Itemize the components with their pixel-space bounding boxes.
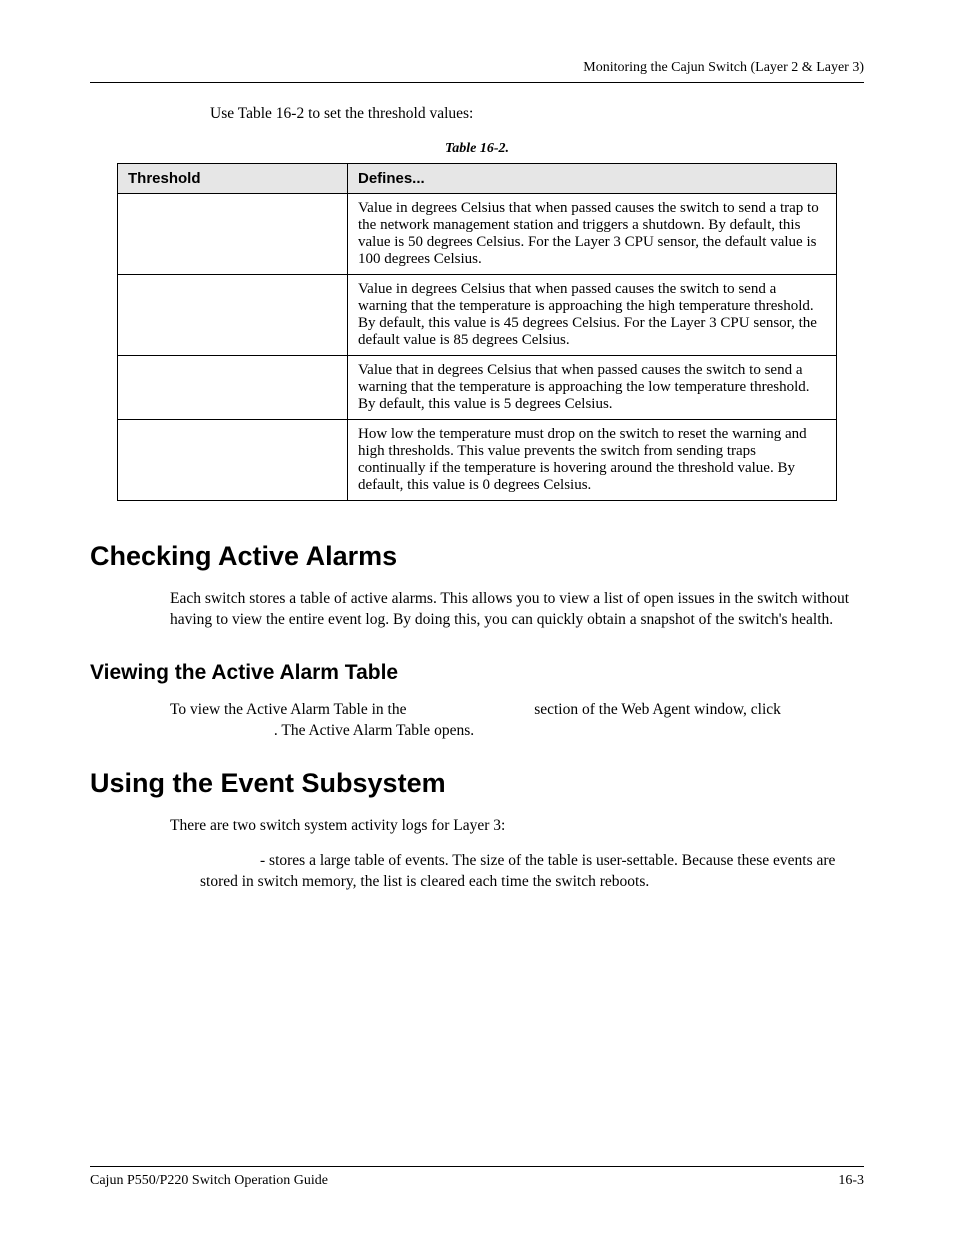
cell-threshold	[118, 275, 348, 356]
cell-defines: Value in degrees Celsius that when passe…	[348, 194, 837, 275]
table-row: Value in degrees Celsius that when passe…	[118, 275, 837, 356]
col-header-defines: Defines...	[348, 164, 837, 194]
text-fragment: section of the Web Agent window, click	[534, 701, 781, 718]
heading-using-event-subsystem: Using the Event Subsystem	[90, 768, 864, 799]
header-rule	[90, 82, 864, 83]
table-caption: Table 16-2.	[90, 141, 864, 157]
page: Monitoring the Cajun Switch (Layer 2 & L…	[0, 0, 954, 1235]
threshold-table: Threshold Defines... Value in degrees Ce…	[117, 163, 837, 501]
footer-left: Cajun P550/P220 Switch Operation Guide	[90, 1173, 328, 1189]
table-row: Value that in degrees Celsius that when …	[118, 356, 837, 420]
using-body: There are two switch system activity log…	[170, 815, 864, 836]
cell-defines: Value that in degrees Celsius that when …	[348, 356, 837, 420]
footer-page-number: 16-3	[838, 1173, 864, 1189]
heading-checking-active-alarms: Checking Active Alarms	[90, 541, 864, 572]
text-fragment: . The Active Alarm Table opens.	[274, 722, 474, 739]
viewing-body: To view the Active Alarm Table in the se…	[170, 699, 864, 742]
paragraph: To view the Active Alarm Table in the se…	[170, 699, 864, 742]
heading-viewing-active-alarm-table: Viewing the Active Alarm Table	[90, 661, 864, 685]
cell-defines: Value in degrees Celsius that when passe…	[348, 275, 837, 356]
cell-threshold	[118, 356, 348, 420]
table-row: Value in degrees Celsius that when passe…	[118, 194, 837, 275]
col-header-threshold: Threshold	[118, 164, 348, 194]
text-fragment: - stores a large table of events. The si…	[200, 852, 835, 890]
paragraph: Each switch stores a table of active ala…	[170, 588, 864, 631]
bullet-paragraph: - stores a large table of events. The si…	[200, 850, 864, 893]
paragraph: There are two switch system activity log…	[170, 815, 864, 836]
intro-line: Use Table 16-2 to set the threshold valu…	[210, 105, 864, 123]
page-footer: Cajun P550/P220 Switch Operation Guide 1…	[90, 1166, 864, 1189]
table-header-row: Threshold Defines...	[118, 164, 837, 194]
text-fragment: To view the Active Alarm Table in the	[170, 701, 406, 718]
cell-threshold	[118, 420, 348, 501]
cell-threshold	[118, 194, 348, 275]
cell-defines: How low the temperature must drop on the…	[348, 420, 837, 501]
table-row: How low the temperature must drop on the…	[118, 420, 837, 501]
footer-rule	[90, 1166, 864, 1167]
checking-body: Each switch stores a table of active ala…	[170, 588, 864, 631]
running-header: Monitoring the Cajun Switch (Layer 2 & L…	[90, 60, 864, 76]
